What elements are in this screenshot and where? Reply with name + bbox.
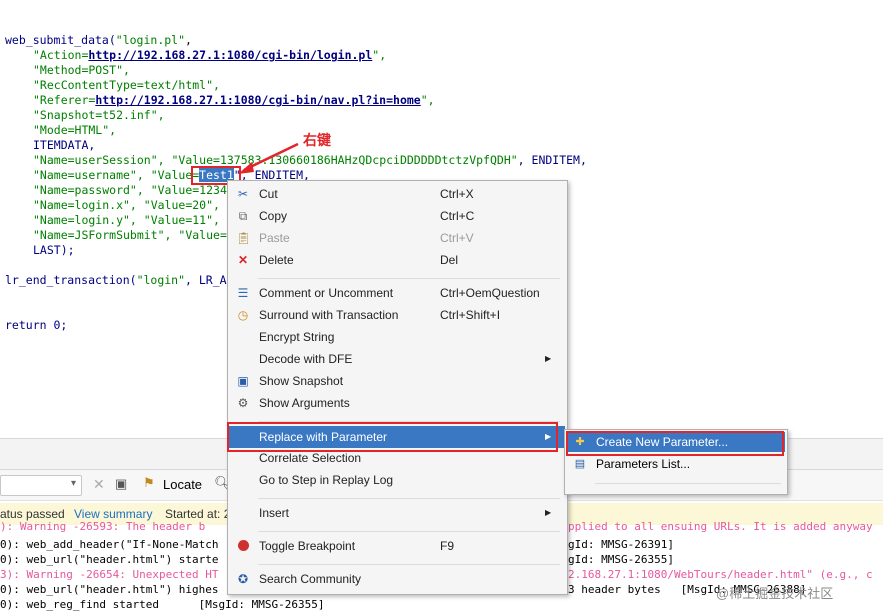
log-line: 3): Warning -26654: Unexpected HT 2.168.2… bbox=[0, 568, 873, 581]
menu-separator bbox=[258, 564, 560, 565]
menu-item-parameters-list[interactable]: ▤ Parameters List... bbox=[567, 454, 785, 474]
code-line: "Name=login.y", "Value=11", bbox=[33, 213, 220, 227]
menu-separator bbox=[258, 278, 560, 279]
code-line: "Method=POST", bbox=[33, 63, 130, 77]
flag-icon: ⚑ bbox=[143, 475, 155, 490]
annotation-arrow-icon bbox=[238, 142, 299, 174]
replace-param-highlight-box bbox=[227, 422, 558, 452]
filter-dropdown[interactable]: ▾ bbox=[0, 475, 82, 496]
menu-separator bbox=[258, 498, 560, 499]
log-line: 0): web_add_header("If-None-Match gId: MM… bbox=[0, 538, 674, 551]
code-line: "RecContentType=text/html", bbox=[33, 78, 220, 92]
paste-icon: 📋︎ bbox=[236, 231, 252, 245]
code-line: return 0; bbox=[5, 318, 68, 332]
menu-item-decode-dfe[interactable]: Decode with DFE ▶ bbox=[229, 349, 565, 369]
menu-item-comment[interactable]: ☰ Comment or Uncomment Ctrl+OemQuestion bbox=[229, 283, 565, 303]
menu-item-toggle-breakpoint[interactable]: Toggle Breakpoint F9 bbox=[229, 536, 565, 556]
log-line: 0): web_url("header.html") highes 3 heade… bbox=[0, 583, 807, 596]
comment-lines-icon: ☰ bbox=[237, 286, 249, 300]
menu-item-surround-transaction[interactable]: ◷ Surround with Transaction Ctrl+Shift+I bbox=[229, 305, 565, 325]
menu-separator bbox=[595, 483, 781, 484]
community-icon: ✪ bbox=[237, 572, 249, 586]
action-url-link[interactable]: http://192.168.27.1:1080/cgi-bin/login.p… bbox=[88, 48, 372, 62]
menu-item-insert[interactable]: Insert ▶ bbox=[229, 503, 565, 523]
code-line: "Name=password", "Value=1234 bbox=[33, 183, 227, 197]
close-icon[interactable]: ✕ bbox=[93, 476, 105, 493]
menu-item-copy[interactable]: ⧉ Copy Ctrl+C bbox=[229, 206, 565, 226]
menu-item-show-arguments[interactable]: ⚙ Show Arguments bbox=[229, 393, 565, 413]
parameters-list-icon: ▤ bbox=[574, 458, 586, 470]
code-line: "Mode=HTML", bbox=[33, 123, 117, 137]
code-line: LAST); bbox=[33, 243, 75, 257]
breakpoint-icon bbox=[236, 539, 250, 553]
context-menu: ✂ Cut Ctrl+X ⧉ Copy Ctrl+C 📋︎ Paste Ctrl… bbox=[227, 180, 568, 595]
menu-item-delete[interactable]: ✕ Delete Del bbox=[229, 250, 565, 270]
create-param-highlight-box bbox=[566, 431, 784, 456]
menu-item-cut[interactable]: ✂ Cut Ctrl+X bbox=[229, 184, 565, 204]
panel-icon[interactable]: ▣ bbox=[115, 476, 127, 492]
code-line: lr_end_transaction("login", LR_A bbox=[5, 273, 227, 287]
code-line: "Name=JSFormSubmit", "Value= bbox=[33, 228, 227, 242]
menu-item-search-community[interactable]: ✪ Search Community bbox=[229, 569, 565, 589]
chevron-right-icon: ▶ bbox=[545, 354, 552, 363]
locate-button[interactable]: Locate bbox=[163, 477, 202, 492]
referer-url-link[interactable]: http://192.168.27.1:1080/cgi-bin/nav.pl?… bbox=[95, 93, 420, 107]
clock-icon: ◷ bbox=[237, 308, 249, 322]
snapshot-icon: ▣ bbox=[237, 374, 249, 388]
code-line: "Referer=http://192.168.27.1:1080/cgi-bi… bbox=[33, 93, 435, 107]
watermark: @稀土掘金技术社区 bbox=[716, 586, 834, 601]
log-line: ): Warning -26593: The header b pplied to… bbox=[0, 520, 873, 533]
chevron-down-icon: ▾ bbox=[70, 478, 76, 489]
menu-item-encrypt-string[interactable]: Encrypt String bbox=[229, 327, 565, 347]
arguments-icon: ⚙ bbox=[237, 396, 249, 410]
code-line: web_submit_data("login.pl", bbox=[5, 33, 192, 47]
menu-item-goto-replay-log[interactable]: Go to Step in Replay Log bbox=[229, 470, 565, 490]
log-line: 0): web_reg_find started [MsgId: MMSG-26… bbox=[0, 598, 325, 611]
annotation-label: 右键 bbox=[303, 132, 331, 148]
delete-x-icon: ✕ bbox=[237, 253, 249, 267]
code-line: "Name=userSession", "Value=137583.130660… bbox=[33, 153, 587, 167]
code-line: "Name=login.x", "Value=20", bbox=[33, 198, 220, 212]
copy-icon: ⧉ bbox=[238, 209, 248, 223]
menu-item-show-snapshot[interactable]: ▣ Show Snapshot bbox=[229, 371, 565, 391]
menu-item-paste[interactable]: 📋︎ Paste Ctrl+V bbox=[229, 228, 565, 248]
code-line: "Snapshot=t52.inf", bbox=[33, 108, 165, 122]
chevron-right-icon: ▶ bbox=[545, 508, 552, 517]
log-line: 0): web_url("header.html") starte gId: MM… bbox=[0, 553, 674, 566]
code-line: ITEMDATA, bbox=[33, 138, 96, 152]
menu-separator bbox=[258, 531, 560, 532]
scissors-icon: ✂ bbox=[237, 187, 249, 201]
code-line: "Action=http://192.168.27.1:1080/cgi-bin… bbox=[33, 48, 387, 62]
